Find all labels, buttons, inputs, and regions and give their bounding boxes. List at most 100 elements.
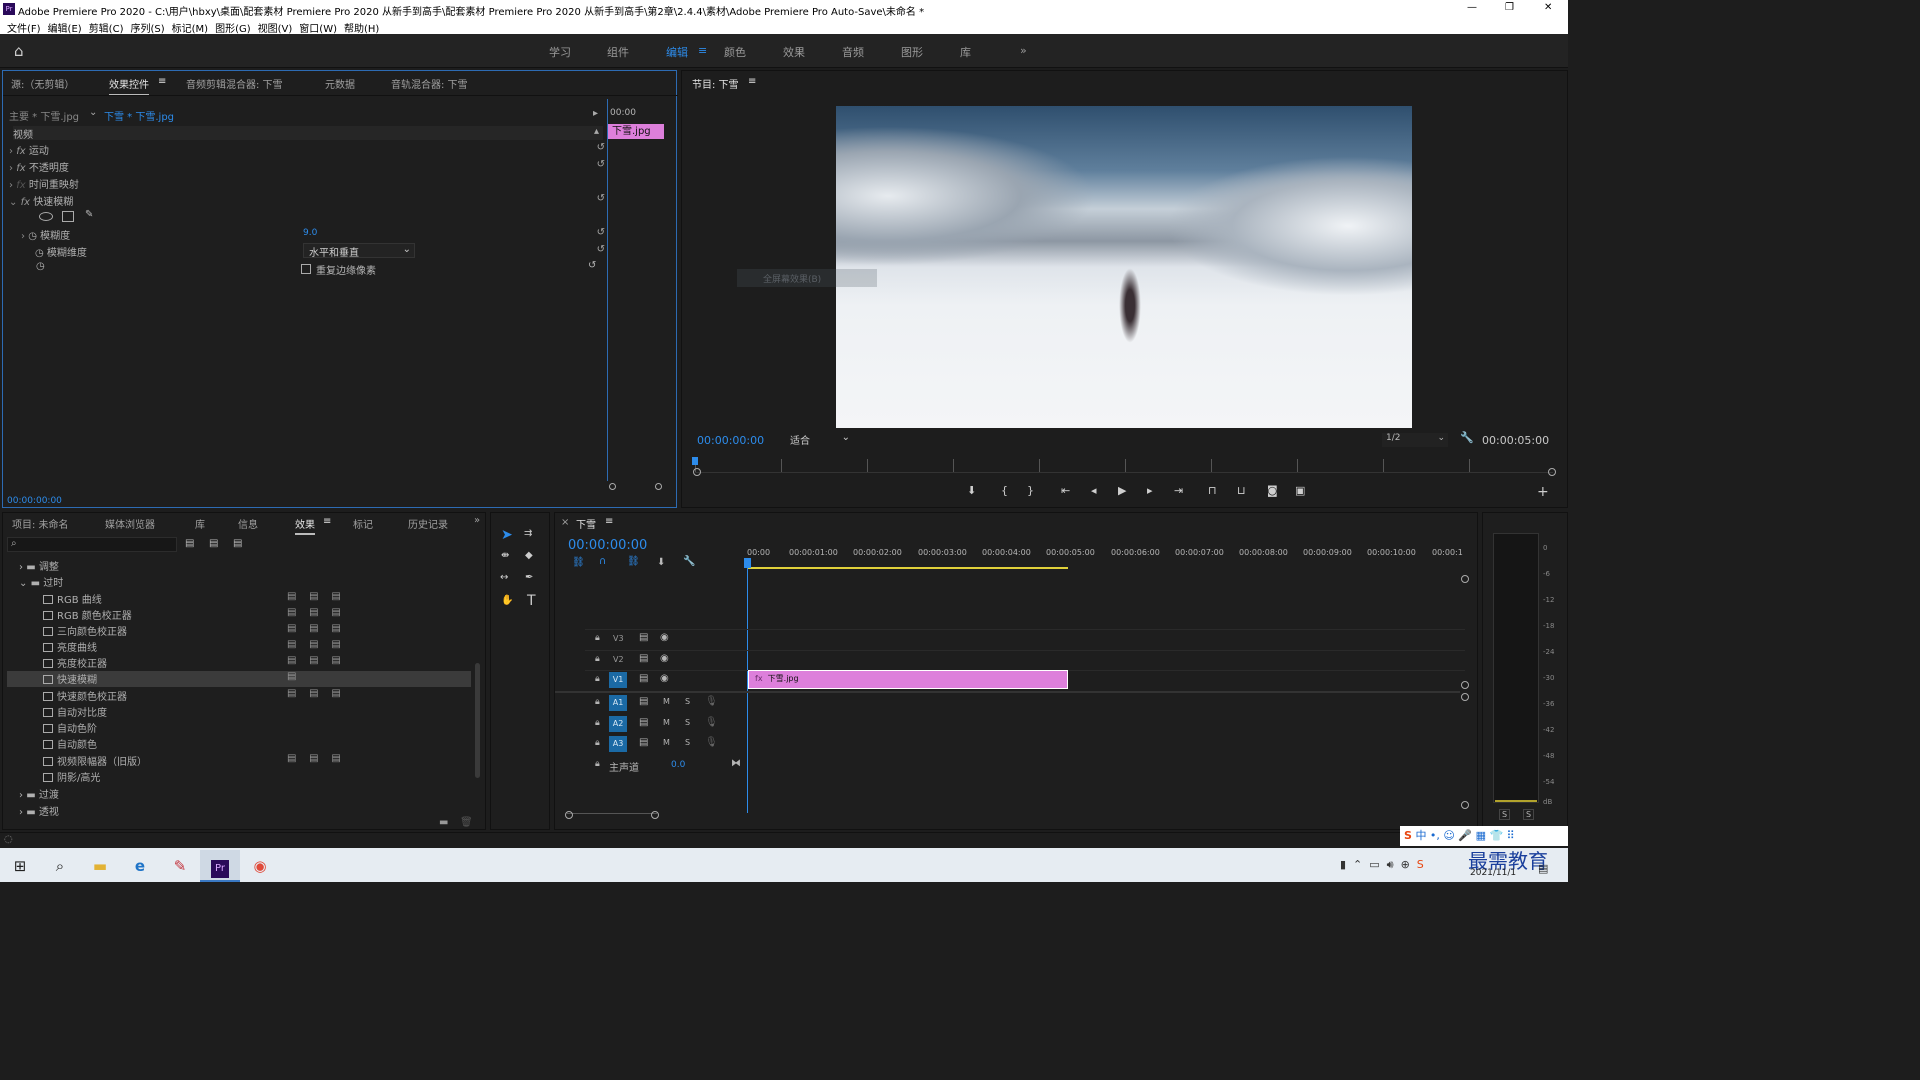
repeat-edge-checkbox[interactable]: [301, 264, 311, 274]
reset-icon[interactable]: ↺: [597, 193, 605, 204]
sync-lock-icon[interactable]: ▤: [639, 737, 648, 748]
close-timeline-icon[interactable]: ×: [561, 517, 569, 528]
scroll-up-icon[interactable]: ▴: [594, 126, 599, 137]
menu-file[interactable]: 文件(F): [7, 20, 41, 35]
add-button-icon[interactable]: +: [1537, 484, 1549, 500]
effect-item[interactable]: RGB 颜色校正器 ▤ ▤ ▤: [9, 607, 473, 623]
lock-icon[interactable]: 🔒︎: [595, 759, 600, 769]
hand-icon[interactable]: ✋: [501, 595, 513, 606]
selection-tool-icon[interactable]: ➤: [501, 527, 513, 543]
timeline-playhead-cap[interactable]: [744, 558, 751, 568]
tab-info[interactable]: 信息: [238, 516, 258, 531]
reset-icon[interactable]: ↺: [597, 142, 605, 153]
play-only-audio-icon[interactable]: ▸: [593, 108, 598, 119]
resolution-select[interactable]: 1/2 ⌄: [1382, 433, 1448, 447]
eye-icon[interactable]: ◉: [660, 632, 669, 643]
h-zoom-handle-left[interactable]: [565, 811, 573, 819]
h-zoom-handle-right[interactable]: [651, 811, 659, 819]
home-icon[interactable]: ⌂: [14, 42, 24, 60]
sync-lock-icon[interactable]: ▤: [639, 673, 648, 684]
prop-blurriness[interactable]: › ◷ 模糊度 9.0 ↺: [9, 227, 605, 243]
program-menu-icon[interactable]: ≡: [748, 76, 756, 87]
tab-audio-track-mixer[interactable]: 音轨混合器: 下雪: [391, 76, 468, 91]
razor-icon[interactable]: ◆: [525, 550, 533, 561]
chevron-down-icon[interactable]: ⌄: [89, 107, 97, 118]
reset-icon[interactable]: ↺: [588, 260, 596, 271]
mic-icon[interactable]: 🎙︎: [705, 737, 718, 748]
stopwatch-icon[interactable]: ◷: [35, 248, 44, 259]
program-scrub-bar[interactable]: [695, 459, 1553, 473]
close-button[interactable]: ✕: [1544, 2, 1552, 13]
lock-icon[interactable]: 🔒︎: [595, 633, 600, 643]
reset-icon[interactable]: ↺: [597, 159, 605, 170]
effect-item[interactable]: 阴影/高光: [9, 769, 473, 785]
delete-icon[interactable]: 🗑: [460, 817, 473, 828]
stopwatch-icon[interactable]: ◷: [28, 231, 37, 242]
yuv-effects-icon[interactable]: ▤: [233, 538, 242, 549]
effect-fast-blur[interactable]: ⌄ fx 快速模糊 ↺: [9, 193, 605, 209]
mute-toggle[interactable]: M: [663, 718, 670, 727]
effect-item[interactable]: 亮度曲线 ▤ ▤ ▤: [9, 639, 473, 655]
tab-effects[interactable]: 效果: [295, 516, 315, 535]
tab-source[interactable]: 源:（无剪辑）: [11, 76, 74, 91]
lift-icon[interactable]: ⊓: [1208, 484, 1217, 497]
master-level[interactable]: 0.0: [671, 760, 685, 770]
menu-help[interactable]: 帮助(H): [344, 20, 379, 35]
track-label[interactable]: V1: [609, 672, 627, 688]
step-back-icon[interactable]: ◂: [1091, 484, 1097, 497]
menu-edit[interactable]: 编辑(E): [48, 20, 82, 35]
stopwatch-icon[interactable]: ◷: [36, 261, 45, 272]
scrollbar[interactable]: [475, 663, 480, 778]
effect-item[interactable]: 快速颜色校正器 ▤ ▤ ▤: [9, 688, 473, 704]
timeline-timecode[interactable]: 00:00:00:00: [568, 538, 647, 553]
menu-marker[interactable]: 标记(M): [172, 20, 208, 35]
track-v3[interactable]: 🔒︎ V3 ▤ ◉: [585, 629, 1465, 648]
track-select-icon[interactable]: ⇉: [524, 528, 532, 539]
solo-toggle[interactable]: S: [685, 697, 690, 706]
premiere-taskbar-icon[interactable]: Pr: [200, 850, 240, 882]
track-master[interactable]: 🔒︎ 主声道 0.0 ⧓: [585, 756, 1465, 776]
minimize-button[interactable]: —: [1467, 2, 1477, 13]
track-v2[interactable]: 🔒︎ V2 ▤ ◉: [585, 650, 1465, 669]
add-marker-icon[interactable]: ⬇: [657, 557, 665, 568]
mini-clip-bar[interactable]: 下雪.jpg: [608, 124, 664, 139]
folder-obsolete[interactable]: ⌄ ▬ 过时: [9, 574, 473, 590]
effect-item[interactable]: 自动颜色: [9, 736, 473, 752]
mute-toggle[interactable]: M: [663, 697, 670, 706]
pen-mask-icon[interactable]: ✎: [85, 209, 93, 220]
play-icon[interactable]: ▶: [1118, 484, 1126, 497]
workspace-color[interactable]: 颜色: [724, 44, 746, 60]
program-playhead[interactable]: [692, 457, 698, 465]
export-frame-icon[interactable]: ◙: [1267, 484, 1278, 497]
program-zoom-left[interactable]: [693, 468, 701, 476]
master-clip-label[interactable]: 主要 * 下雪.jpg: [9, 108, 79, 123]
go-to-out-icon[interactable]: ⇥: [1174, 484, 1183, 497]
tab-menu-icon[interactable]: ≡: [158, 76, 166, 87]
paint-app-icon[interactable]: ✎: [160, 850, 200, 882]
workspace-audio[interactable]: 音频: [842, 44, 864, 60]
work-area-bar[interactable]: [748, 567, 1068, 569]
solo-toggle[interactable]: S: [685, 738, 690, 747]
lock-icon[interactable]: 🔒︎: [595, 718, 600, 728]
track-a2[interactable]: 🔒︎ A2 ▤ M S 🎙︎: [585, 715, 1465, 735]
ellipse-mask-icon[interactable]: [39, 212, 53, 221]
footer-timecode[interactable]: 00:00:00:00: [7, 496, 62, 506]
sync-lock-icon[interactable]: ▤: [639, 696, 648, 707]
ruler[interactable]: 00:00 00:00:01:00 00:00:02:00 00:00:03:0…: [747, 545, 1463, 569]
ripple-edit-icon[interactable]: ⇼: [501, 550, 509, 561]
workspace-menu-icon[interactable]: ≡: [698, 44, 707, 57]
lock-icon[interactable]: 🔒︎: [595, 674, 600, 684]
mark-out-icon[interactable]: }: [1027, 484, 1034, 497]
workspace-learn[interactable]: 学习: [549, 44, 571, 60]
track-label[interactable]: A1: [609, 695, 627, 711]
zoom-handle-right[interactable]: [655, 483, 662, 490]
32bit-effects-icon[interactable]: ▤: [209, 538, 218, 549]
edge-icon[interactable]: e: [120, 850, 160, 882]
more-workspaces-icon[interactable]: »: [1020, 44, 1027, 57]
reset-icon[interactable]: ↺: [597, 244, 605, 255]
tab-libraries[interactable]: 库: [195, 516, 205, 531]
folder-perspective[interactable]: › ▬ 透视: [9, 803, 473, 819]
sync-lock-icon[interactable]: ▤: [639, 632, 648, 643]
chrome-icon[interactable]: ◉: [240, 850, 280, 882]
tab-media-browser[interactable]: 媒体浏览器: [105, 516, 155, 531]
